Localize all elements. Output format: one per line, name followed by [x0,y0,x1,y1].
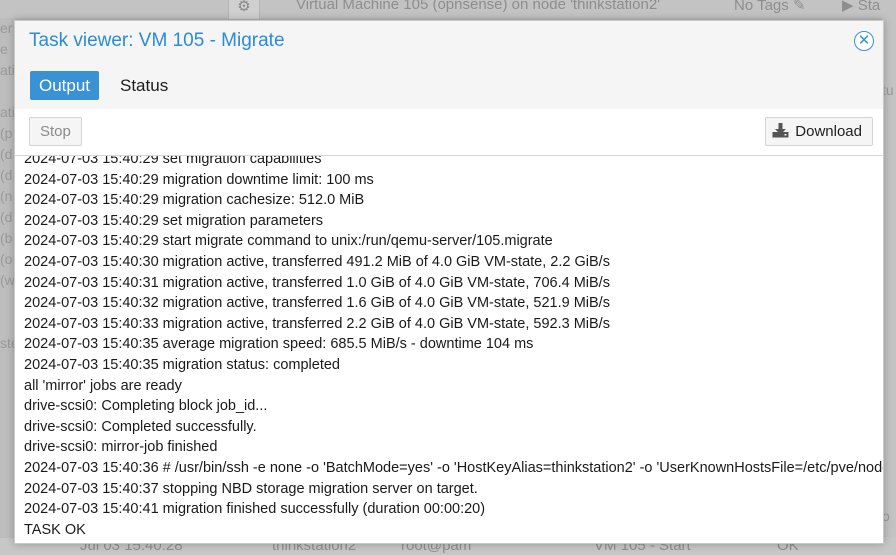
log-line: TASK OK [24,521,86,538]
log-line: 2024-07-03 15:40:41 migration finished s… [24,501,486,518]
log-line: 2024-07-03 15:40:29 set migration parame… [24,212,324,229]
log-line: 2024-07-03 15:40:29 start migrate comman… [24,233,553,250]
dialog-header: Task viewer: VM 105 - Migrate ✕ [15,21,883,61]
log-line: 2024-07-03 15:40:29 migration cachesize:… [24,192,365,209]
download-icon [772,123,789,138]
log-line: 2024-07-03 15:40:31 migration active, tr… [24,274,610,291]
download-button[interactable]: Download [765,117,873,146]
background-header: ⚙ Virtual Machine 105 (opnsense) on node… [0,0,896,20]
background-start: ▶ Sta [842,0,880,14]
tab-output[interactable]: Output [30,71,100,100]
dialog-toolbar: Stop Download [15,109,883,156]
background-vm-title: Virtual Machine 105 (opnsense) on node '… [296,0,661,13]
background-tags-label: No Tags [734,0,789,14]
log-line: all 'mirror' jobs are ready [24,377,182,394]
download-label: Download [795,123,862,140]
background-tags: No Tags ✎ [734,0,806,14]
log-line: 2024-07-03 15:40:30 migration active, tr… [24,253,610,270]
task-log-output[interactable]: 2024-07-03 15:40:29 set migration capabi… [15,156,883,543]
stop-button[interactable]: Stop [29,117,82,146]
log-line: drive-scsi0: mirror-job finished [24,439,218,456]
task-viewer-dialog: Task viewer: VM 105 - Migrate ✕ Output S… [14,20,884,544]
background-right-panel: tu o [882,18,896,538]
close-icon[interactable]: ✕ [854,31,874,51]
gear-icon: ⚙ [228,0,260,20]
background-start-label: Sta [857,0,881,14]
play-icon: ▶ [842,0,854,14]
log-line: 2024-07-03 15:40:35 average migration sp… [24,336,534,353]
log-line: drive-scsi0: Completed successfully. [24,418,257,435]
tab-bar: Output Status [15,61,883,109]
log-line: 2024-07-03 15:40:32 migration active, tr… [24,295,610,312]
dialog-title: Task viewer: VM 105 - Migrate [29,30,285,51]
pencil-icon: ✎ [792,0,806,14]
log-line: 2024-07-03 15:40:37 stopping NBD storage… [24,480,478,497]
log-line: drive-scsi0: Completing block job_id... [24,398,268,415]
log-line: 2024-07-03 15:40:33 migration active, tr… [24,315,610,332]
log-line: 2024-07-03 15:40:29 migration downtime l… [24,171,374,188]
tab-status[interactable]: Status [111,71,177,100]
log-lines: 2024-07-03 15:40:29 set migration capabi… [24,156,883,540]
log-line: 2024-07-03 15:40:29 set migration capabi… [24,156,322,167]
log-line: 2024-07-03 15:40:35 migration status: co… [24,356,340,373]
log-line: 2024-07-03 15:40:36 # /usr/bin/ssh -e no… [24,459,883,476]
